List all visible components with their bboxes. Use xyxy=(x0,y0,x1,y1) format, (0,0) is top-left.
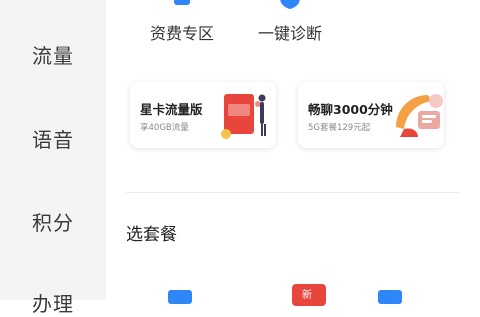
select-package-title: 选套餐 xyxy=(126,225,177,245)
section-divider xyxy=(126,192,460,193)
promo-card-star-data[interactable]: 星卡流量版 享40GB流量 xyxy=(130,82,276,148)
sidebar-item-handle[interactable]: 办理 xyxy=(0,288,106,317)
package-icon[interactable] xyxy=(378,290,402,304)
promo-card-subtitle: 5G套餐129元起 xyxy=(308,123,371,133)
package-new-icon[interactable]: 新 xyxy=(292,284,326,306)
main-content: 资费专区 一键诊断 星卡流量版 享40GB流量 畅聊3000分钟 5G套餐129… xyxy=(106,0,480,306)
sidebar: 流量 语音 积分 办理 xyxy=(0,0,106,316)
promo-card-chat-minutes[interactable]: 畅聊3000分钟 5G套餐129元起 xyxy=(298,82,444,148)
tariff-icon xyxy=(174,0,190,5)
tariff-zone-label: 资费专区 xyxy=(149,24,214,43)
promo-card-title: 星卡流量版 xyxy=(140,102,203,117)
phone-handset-icon xyxy=(396,94,443,137)
promo-card-subtitle: 享40GB流量 xyxy=(140,123,189,133)
shield-diagnose-icon xyxy=(280,0,300,9)
package-icon[interactable] xyxy=(168,290,192,304)
new-badge: 新 xyxy=(302,290,312,301)
sidebar-item-data[interactable]: 流量 xyxy=(0,40,106,69)
one-click-diagnose-label: 一键诊断 xyxy=(257,24,322,43)
promo-card-title: 畅聊3000分钟 xyxy=(308,102,393,117)
red-envelope-icon xyxy=(221,94,266,139)
sidebar-item-points[interactable]: 积分 xyxy=(0,207,106,236)
sidebar-item-voice[interactable]: 语音 xyxy=(0,124,106,153)
